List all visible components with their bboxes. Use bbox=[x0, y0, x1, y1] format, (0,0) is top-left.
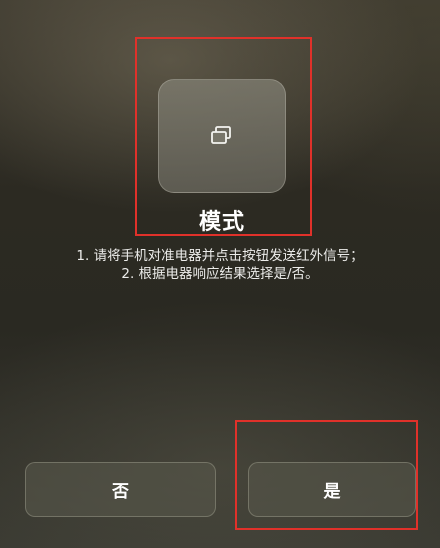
instruction-line-2: 2. 根据电器响应结果选择是/否。 bbox=[121, 266, 319, 282]
no-button[interactable]: 否 bbox=[25, 462, 216, 517]
mode-button[interactable] bbox=[158, 79, 286, 193]
annotation-highlight-yes bbox=[235, 420, 418, 530]
mode-label: 模式 bbox=[198, 210, 245, 235]
instruction-line-1: 1. 请将手机对准电器并点击按钮发送红外信号； bbox=[76, 248, 364, 264]
window-copy-icon bbox=[209, 125, 235, 147]
